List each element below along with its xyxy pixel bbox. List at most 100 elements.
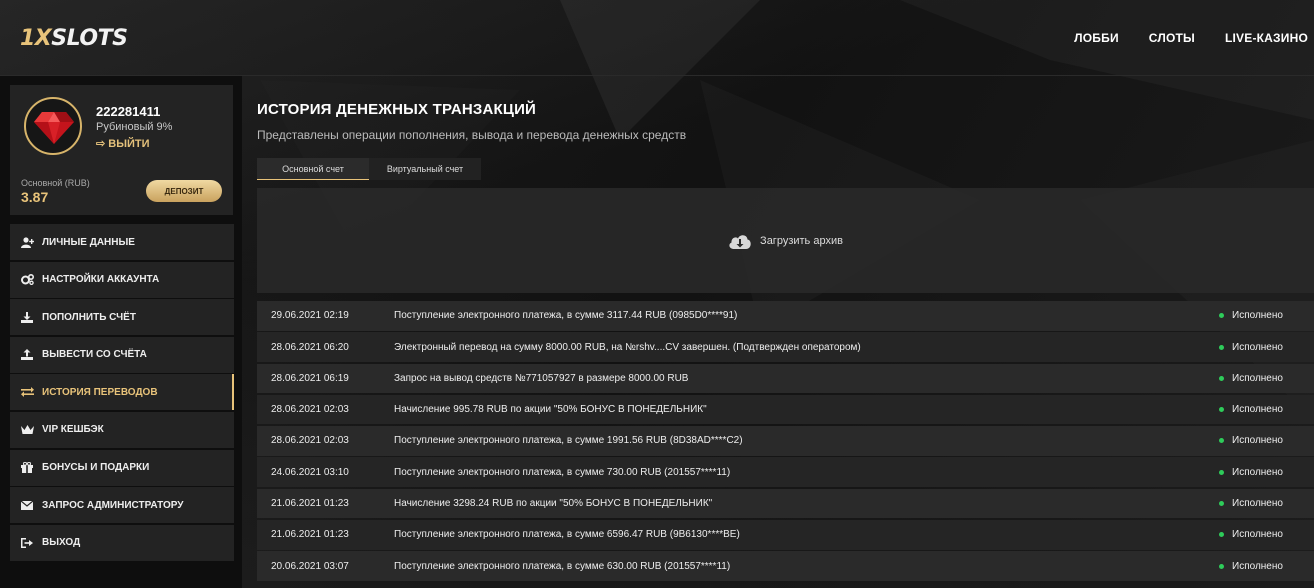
menu-label: VIP КЕШБЭК (42, 424, 104, 436)
top-nav: ЛОББИ СЛОТЫ LIVE-КАЗИНО (1074, 31, 1308, 45)
balance-value: 3.87 (21, 189, 49, 205)
crown-icon (20, 424, 34, 436)
account-menu: ЛИЧНЫЕ ДАННЫЕ НАСТРОЙКИ АККАУНТА ПОПОЛНИ… (10, 224, 234, 562)
status-dot-icon (1219, 501, 1224, 507)
status-text: Исполнено (1232, 310, 1283, 322)
status-text: Исполнено (1232, 529, 1283, 541)
menu-item-account-settings[interactable]: НАСТРОЙКИ АККАУНТА (10, 261, 234, 298)
balance-label: Основной (RUB) (21, 178, 90, 188)
sign-out-icon (20, 537, 34, 549)
status-text: Исполнено (1232, 560, 1283, 572)
menu-label: ПОПОЛНИТЬ СЧЁТ (42, 311, 136, 323)
table-row: 28.06.2021 06:19 Запрос на вывод средств… (257, 363, 1314, 394)
download-archive-button[interactable]: Загрузить архив (257, 188, 1314, 293)
status-text: Исполнено (1232, 372, 1283, 384)
ruby-icon (34, 112, 74, 144)
status-text: Исполнено (1232, 435, 1283, 447)
loyalty-level: Рубиновый 9% (96, 121, 173, 133)
menu-label: БОНУСЫ И ПОДАРКИ (42, 462, 150, 474)
sidebar: 222281411 Рубиновый 9% ⇨ ВЫЙТИ Основной … (0, 76, 242, 588)
menu-item-transfer-history[interactable]: ИСТОРИЯ ПЕРЕВОДОВ (10, 374, 234, 411)
table-row: 24.06.2021 03:10 Поступление электронног… (257, 457, 1314, 487)
table-row: 21.06.2021 01:23 Начисление 3298.24 RUB … (257, 488, 1314, 519)
logout-link[interactable]: ⇨ ВЫЙТИ (96, 137, 150, 150)
tx-date: 28.06.2021 06:19 (271, 372, 349, 384)
nav-lobby[interactable]: ЛОББИ (1074, 31, 1119, 45)
tab-main-account[interactable]: Основной счет (257, 158, 369, 180)
status-badge: Исполнено (1219, 467, 1283, 478)
archive-label: Загрузить архив (760, 234, 843, 247)
menu-item-exit[interactable]: ВЫХОД (10, 524, 234, 561)
tx-date: 20.06.2021 03:07 (271, 560, 349, 572)
tx-description: Поступление электронного платежа, в сумм… (394, 529, 740, 541)
status-badge: Исполнено (1219, 310, 1283, 321)
menu-label: ВЫХОД (42, 537, 81, 549)
menu-item-deposit[interactable]: ПОПОЛНИТЬ СЧЁТ (10, 299, 234, 336)
tx-date: 28.06.2021 06:20 (271, 341, 349, 353)
tx-description: Поступление электронного платежа, в сумм… (394, 466, 731, 478)
tx-description: Электронный перевод на сумму 8000.00 RUB… (394, 341, 861, 353)
avatar (24, 97, 82, 155)
status-badge: Исполнено (1219, 435, 1283, 446)
user-id: 222281411 (96, 104, 161, 119)
menu-item-bonuses[interactable]: БОНУСЫ И ПОДАРКИ (10, 449, 234, 486)
table-row: 28.06.2021 02:03 Поступление электронног… (257, 426, 1314, 456)
menu-item-vip-cashback[interactable]: VIP КЕШБЭК (10, 411, 234, 448)
status-badge: Исполнено (1219, 498, 1283, 509)
download-icon (20, 311, 34, 323)
deposit-button[interactable]: ДЕПОЗИТ (146, 180, 222, 202)
status-dot-icon (1219, 407, 1224, 413)
tx-date: 28.06.2021 02:03 (271, 435, 349, 447)
brand-logo[interactable]: 1XSLOTS (20, 26, 128, 51)
tx-date: 21.06.2021 01:23 (271, 529, 349, 541)
menu-item-personal-data[interactable]: ЛИЧНЫЕ ДАННЫЕ (10, 224, 234, 260)
user-plus-icon (20, 236, 34, 248)
status-text: Исполнено (1232, 498, 1283, 510)
table-row: 28.06.2021 06:20 Электронный перевод на … (257, 332, 1314, 362)
tx-description: Поступление электронного платежа, в сумм… (394, 310, 738, 322)
status-dot-icon (1219, 438, 1224, 444)
upload-icon (20, 349, 34, 361)
status-badge: Исполнено (1219, 373, 1283, 384)
tab-virtual-account[interactable]: Виртуальный счет (369, 158, 481, 180)
status-text: Исполнено (1232, 341, 1283, 353)
page-title: ИСТОРИЯ ДЕНЕЖНЫХ ТРАНЗАКЦИЙ (257, 101, 537, 118)
logo-prefix: 1X (20, 26, 52, 51)
nav-slots[interactable]: СЛОТЫ (1149, 31, 1195, 45)
tx-description: Запрос на вывод средств №771057927 в раз… (394, 372, 689, 384)
logout-label: ВЫЙТИ (108, 138, 150, 150)
status-badge: Исполнено (1219, 342, 1283, 353)
menu-label: ЛИЧНЫЕ ДАННЫЕ (42, 236, 135, 248)
table-row: 21.06.2021 01:23 Поступление электронног… (257, 520, 1314, 550)
tx-description: Начисление 995.78 RUB по акции "50% БОНУ… (394, 404, 707, 416)
menu-label: ИСТОРИЯ ПЕРЕВОДОВ (42, 386, 158, 398)
tx-date: 21.06.2021 01:23 (271, 498, 349, 510)
transactions-list: 29.06.2021 02:19 Поступление электронног… (257, 301, 1314, 583)
status-badge: Исполнено (1219, 529, 1283, 540)
sign-out-icon: ⇨ (96, 138, 106, 150)
tx-description: Поступление электронного платежа, в сумм… (394, 560, 731, 572)
status-dot-icon (1219, 532, 1224, 538)
page-subtitle: Представлены операции пополнения, вывода… (257, 128, 687, 142)
nav-live-casino[interactable]: LIVE-КАЗИНО (1225, 31, 1308, 45)
main-content: ИСТОРИЯ ДЕНЕЖНЫХ ТРАНЗАКЦИЙ Представлены… (242, 76, 1314, 588)
status-dot-icon (1219, 313, 1224, 319)
table-row: 28.06.2021 02:03 Начисление 995.78 RUB п… (257, 394, 1314, 425)
menu-label: ВЫВЕСТИ СО СЧЁТА (42, 349, 147, 361)
status-text: Исполнено (1232, 404, 1283, 416)
menu-label: ЗАПРОС АДМИНИСТРАТОРУ (42, 499, 184, 511)
status-text: Исполнено (1232, 466, 1283, 478)
menu-item-admin-request[interactable]: ЗАПРОС АДМИНИСТРАТОРУ (10, 487, 234, 524)
profile-card: 222281411 Рубиновый 9% ⇨ ВЫЙТИ Основной … (10, 85, 233, 215)
tx-date: 29.06.2021 02:19 (271, 310, 349, 322)
envelope-icon (20, 499, 34, 511)
account-tabs: Основной счет Виртуальный счет (257, 158, 481, 180)
menu-label: НАСТРОЙКИ АККАУНТА (42, 274, 160, 286)
tx-description: Начисление 3298.24 RUB по акции "50% БОН… (394, 498, 713, 510)
cloud-download-icon (729, 234, 751, 249)
menu-item-withdraw[interactable]: ВЫВЕСТИ СО СЧЁТА (10, 336, 234, 373)
status-dot-icon (1219, 563, 1224, 569)
status-dot-icon (1219, 344, 1224, 350)
tx-description: Поступление электронного платежа, в сумм… (394, 435, 743, 447)
top-header: 1XSLOTS ЛОББИ СЛОТЫ LIVE-КАЗИНО (0, 0, 1314, 76)
